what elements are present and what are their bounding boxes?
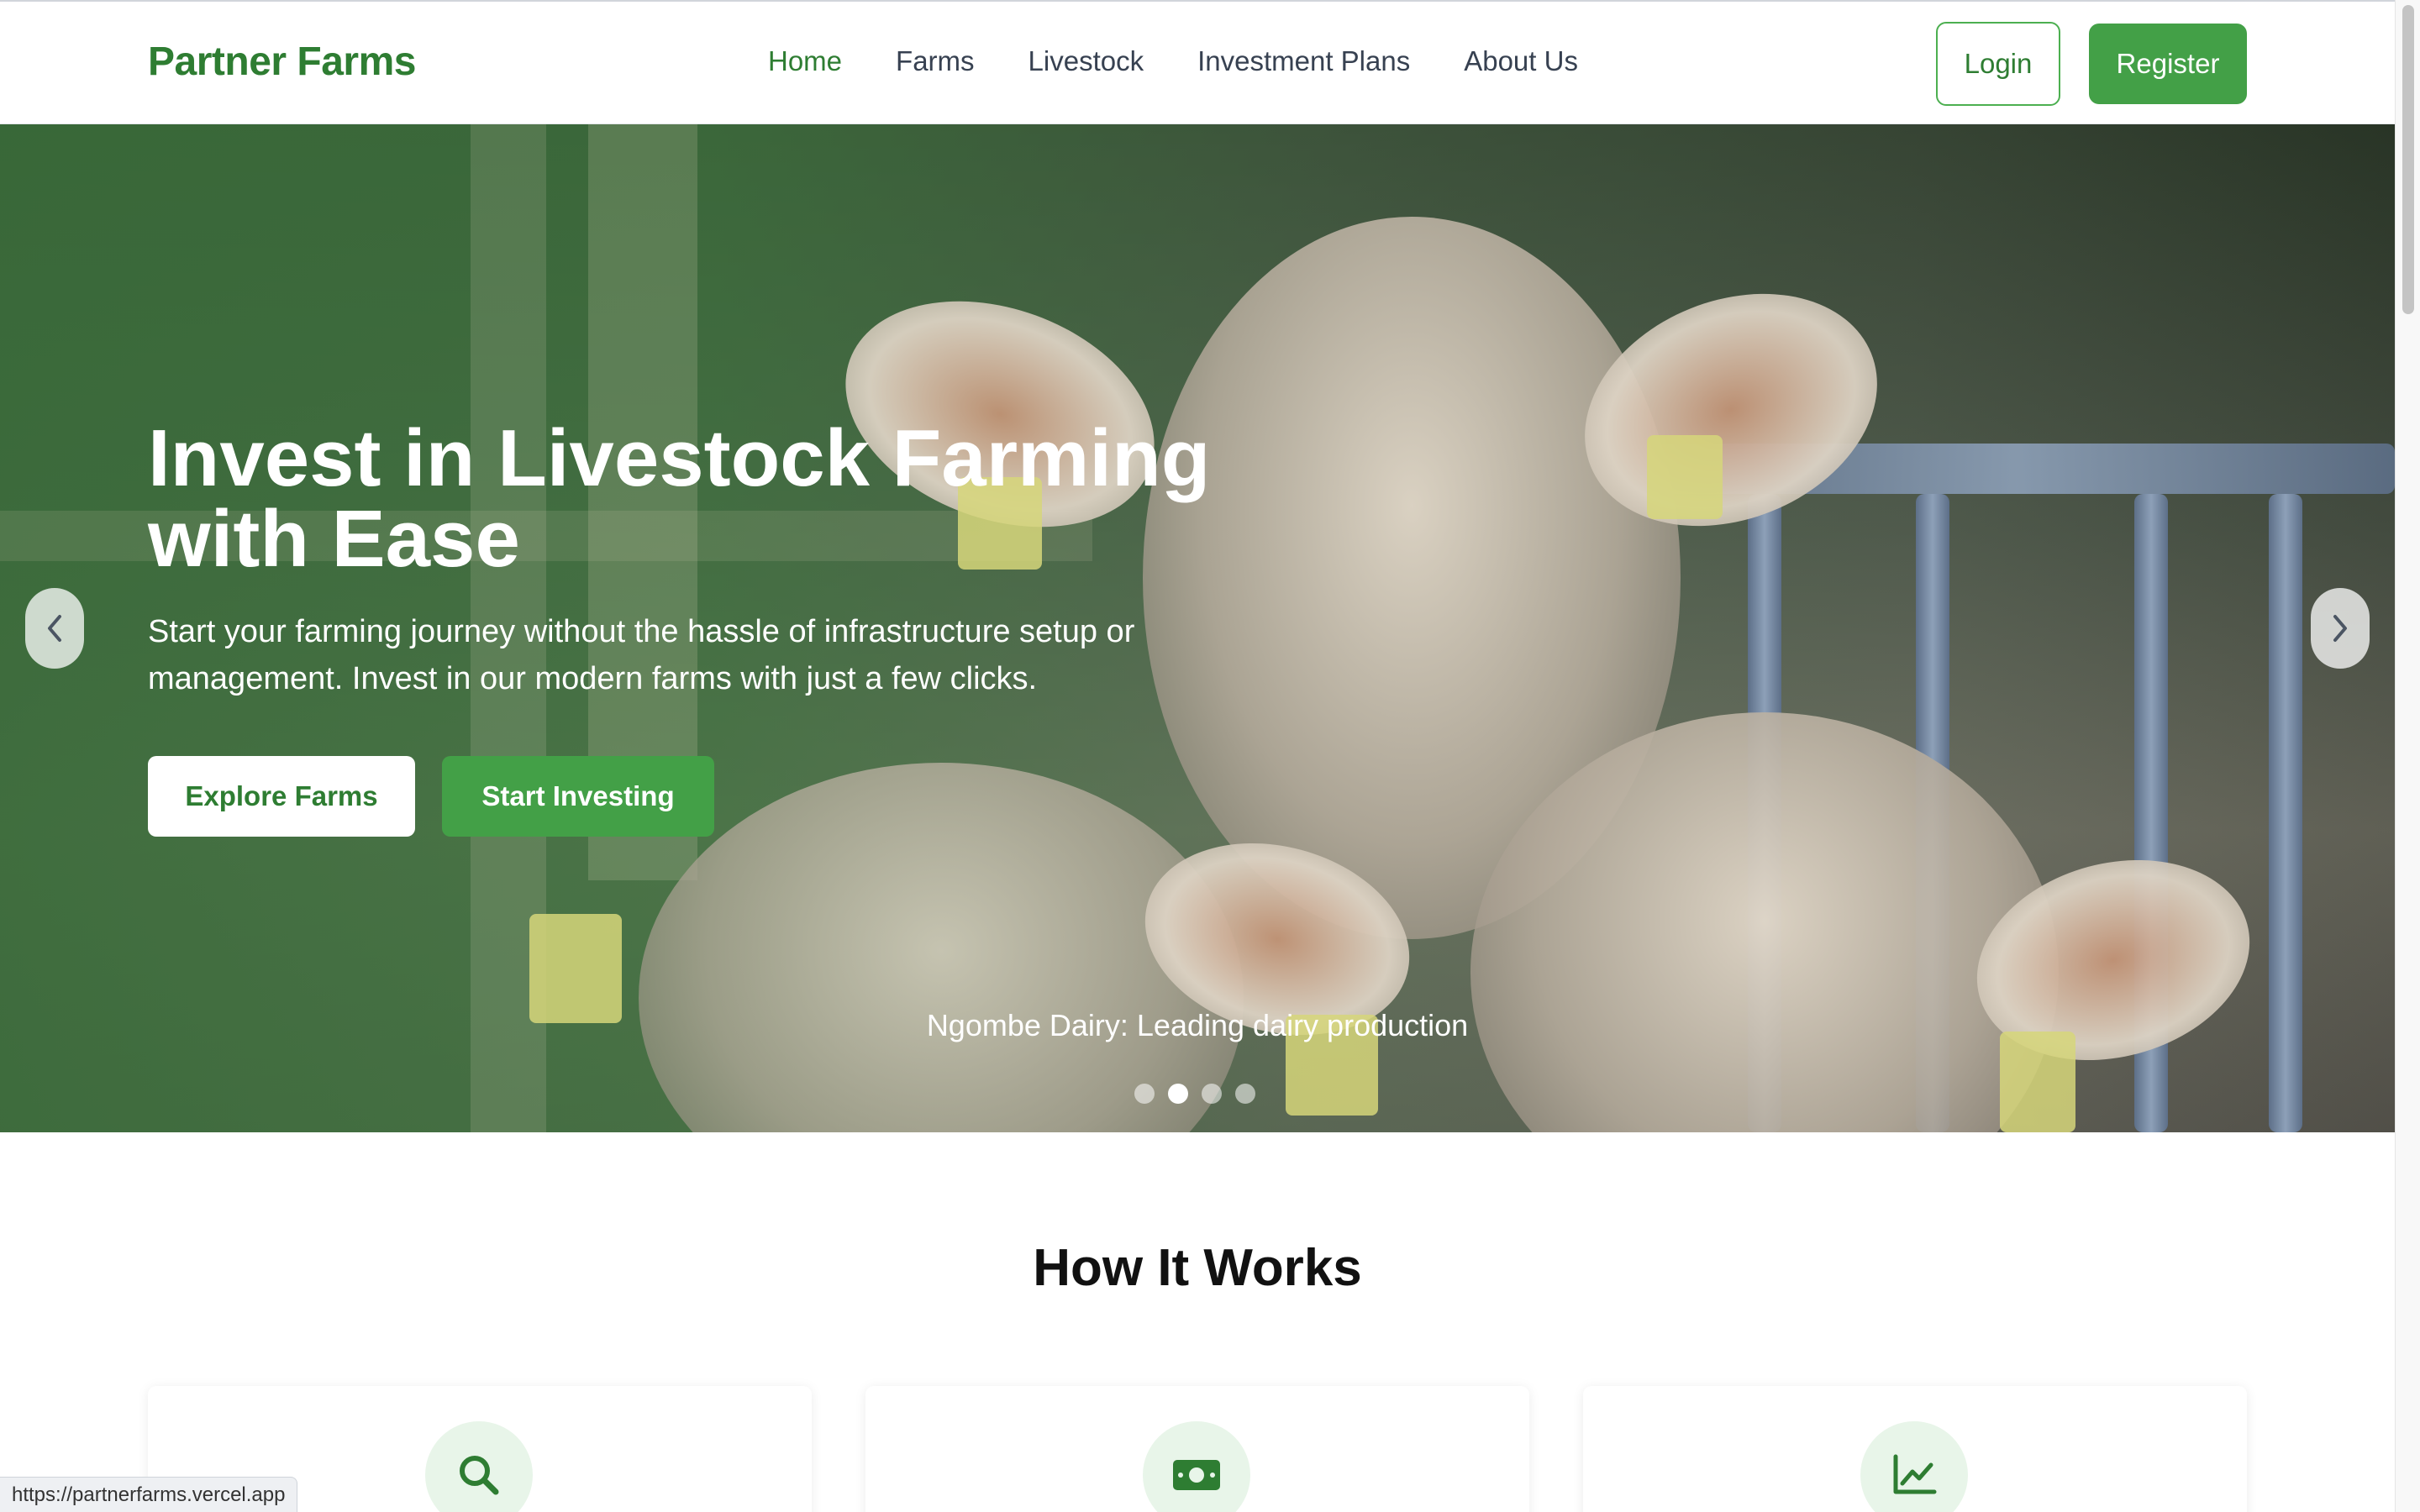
hero-subtitle-line-2: management. Invest in our modern farms w… xyxy=(148,661,1038,696)
main-nav: Home Farms Livestock Investment Plans Ab… xyxy=(768,45,1578,77)
carousel-dot-4[interactable] xyxy=(1235,1084,1255,1104)
carousel-dot-2[interactable] xyxy=(1168,1084,1188,1104)
how-it-works-card-2 xyxy=(865,1386,1529,1512)
search-icon xyxy=(460,1456,499,1495)
chevron-left-icon xyxy=(48,615,61,642)
money-icon xyxy=(1173,1460,1220,1490)
nav-investment-plans[interactable]: Investment Plans xyxy=(1197,45,1410,77)
scrollbar-thumb[interactable] xyxy=(2402,5,2414,314)
how-it-works-title: How It Works xyxy=(1033,1239,1362,1297)
nav-livestock[interactable]: Livestock xyxy=(1028,45,1144,77)
login-button[interactable]: Login xyxy=(1936,22,2060,106)
nav-home[interactable]: Home xyxy=(768,45,842,77)
brand-logo[interactable]: Partner Farms xyxy=(148,39,416,85)
site-header: Partner Farms Home Farms Livestock Inves… xyxy=(0,0,2395,124)
how-it-works-card-3 xyxy=(1583,1386,2247,1512)
chevron-right-icon xyxy=(2333,615,2347,642)
start-investing-button[interactable]: Start Investing xyxy=(442,756,714,837)
hero-subtitle-line-1: Start your farming journey without the h… xyxy=(148,614,1135,649)
nav-farms[interactable]: Farms xyxy=(896,45,975,77)
explore-farms-button[interactable]: Explore Farms xyxy=(148,756,415,837)
register-button[interactable]: Register xyxy=(2089,24,2247,104)
nav-about-us[interactable]: About Us xyxy=(1464,45,1578,77)
slide-caption: Ngombe Dairy: Leading dairy production xyxy=(926,1008,1469,1042)
hero-title-line-1: Invest in Livestock Farming xyxy=(148,413,1211,503)
page-viewport: Partner Farms Home Farms Livestock Inves… xyxy=(0,0,2395,1512)
hero-title-line-2: with Ease xyxy=(148,494,520,584)
link-status-bar: https://partnerfarms.vercel.app xyxy=(0,1477,298,1512)
page-scrollbar[interactable] xyxy=(2395,0,2420,1512)
carousel-next-button[interactable] xyxy=(2311,588,2370,669)
card-icon-circle xyxy=(425,1421,533,1512)
carousel-prev-button[interactable] xyxy=(25,588,84,669)
carousel-indicators xyxy=(1134,1084,1255,1104)
card-icon-circle xyxy=(1143,1421,1250,1512)
chart-line-icon xyxy=(1893,1454,1937,1494)
carousel-dot-3[interactable] xyxy=(1202,1084,1222,1104)
hero-carousel: Invest in Livestock Farming with Ease St… xyxy=(0,124,2395,1132)
carousel-dot-1[interactable] xyxy=(1134,1084,1155,1104)
hero-subtitle: Start your farming journey without the h… xyxy=(148,608,1240,702)
hero-title: Invest in Livestock Farming with Ease xyxy=(148,418,1240,580)
card-icon-circle xyxy=(1860,1421,1968,1512)
